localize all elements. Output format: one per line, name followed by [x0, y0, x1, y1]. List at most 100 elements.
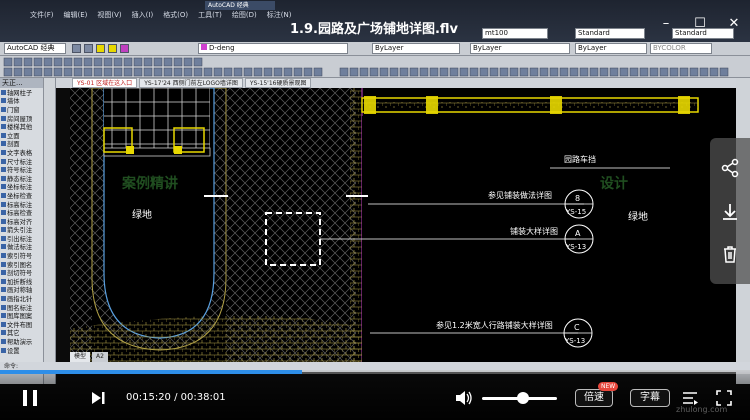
panel-item[interactable]: 符号标注: [0, 165, 43, 174]
panel-item[interactable]: 箭头引注: [0, 226, 43, 234]
tab-model[interactable]: 模型: [70, 352, 91, 362]
panel-item[interactable]: 文件布图: [0, 320, 43, 329]
panel-item-icon: [1, 210, 6, 216]
menu-item[interactable]: 文件(F): [30, 10, 54, 22]
linetype-combo[interactable]: ByLayer: [470, 43, 570, 54]
menu-item[interactable]: 视图(V): [97, 10, 121, 22]
panel-item-list: 轴网柱子 墙体 门窗 房间屋顶 楼梯其他 立面 剖面 文字表格 尺寸标注 符号标注 静态标注 坐标标注…: [0, 88, 43, 355]
panel-item[interactable]: 轴网柱子: [0, 88, 43, 97]
panel-item[interactable]: 标高标注: [0, 200, 43, 209]
speed-button[interactable]: 倍速: [575, 389, 613, 407]
panel-item[interactable]: 楼梯其他: [0, 122, 43, 131]
panel-item[interactable]: 加折断线: [0, 277, 43, 286]
panel-item[interactable]: 设置: [0, 346, 43, 355]
tab-drawing-3[interactable]: YS-15'16硬质景观图: [244, 78, 312, 88]
panel-item[interactable]: 墙体: [0, 97, 43, 105]
panel-item[interactable]: 做法标注: [0, 243, 43, 251]
panel-item-icon: [1, 227, 6, 233]
panel-item[interactable]: 坐标检查: [0, 191, 43, 200]
layer-color-icon: [120, 44, 129, 53]
left-tool-strip[interactable]: [44, 78, 56, 384]
side-action-panel: [710, 138, 750, 284]
lineweight-combo[interactable]: ByLayer: [575, 43, 647, 54]
panel-item-icon: [1, 244, 6, 250]
gear-icon[interactable]: [72, 44, 81, 53]
panel-item[interactable]: 剖面: [0, 140, 43, 148]
delete-icon[interactable]: [720, 244, 740, 264]
panel-item[interactable]: 门窗: [0, 105, 43, 114]
watermark: zhulong.com: [676, 405, 728, 414]
menu-item[interactable]: 工具(T): [198, 10, 222, 22]
panel-item[interactable]: 标高检查: [0, 208, 43, 217]
progress-bar[interactable]: [0, 370, 750, 374]
menu-item[interactable]: 绘图(D): [232, 10, 257, 22]
panel-item[interactable]: 尺寸标注: [0, 157, 43, 166]
color-combo[interactable]: ByLayer: [372, 43, 460, 54]
panel-item[interactable]: 文字表格: [0, 148, 43, 157]
video-player-stage: 文件(F) 编辑(E) 视图(V) 插入(I) 格式(O) 工具(T) 绘图(D…: [0, 0, 750, 420]
pause-button[interactable]: [20, 388, 40, 408]
panel-item[interactable]: 索引符号: [0, 251, 43, 260]
workspace-combo[interactable]: AutoCAD 经典: [4, 43, 66, 54]
panel-item-icon: [1, 175, 6, 181]
tab-drawing-2[interactable]: YS-17'24 西侧门前左LOGO墙详图: [139, 78, 243, 88]
panel-item[interactable]: 标高对齐: [0, 217, 43, 226]
panel-item-icon: [1, 132, 6, 138]
callout-3-sheet: YS-13: [564, 337, 585, 345]
panel-item-icon: [1, 141, 6, 147]
panel-item[interactable]: 画对称轴: [0, 286, 43, 294]
panel-item[interactable]: 其它: [0, 329, 43, 337]
panel-item-icon: [1, 287, 6, 293]
next-button[interactable]: [90, 390, 106, 406]
panel-item[interactable]: 画指北针: [0, 294, 43, 303]
tab-drawing-1[interactable]: YS-01 区域在这入口: [72, 78, 138, 88]
callout-2-number: A: [575, 229, 581, 238]
tool-icon-strip[interactable]: [0, 56, 750, 78]
table-style-combo[interactable]: Standard: [575, 28, 645, 39]
menu-item[interactable]: 插入(I): [132, 10, 154, 22]
menu-item[interactable]: 格式(O): [163, 10, 188, 22]
brick-edge-strip: [350, 88, 362, 362]
multileader-style-combo[interactable]: Standard: [672, 28, 734, 39]
layer-manager-icon[interactable]: [84, 44, 93, 53]
dim-style-combo[interactable]: mt100: [482, 28, 548, 39]
panel-item-icon: [1, 321, 6, 327]
panel-item[interactable]: 索引图名: [0, 260, 43, 269]
panel-item[interactable]: 房间屋顶: [0, 114, 43, 123]
panel-item-icon: [1, 218, 6, 224]
panel-item[interactable]: 静态标注: [0, 174, 43, 183]
tab-layout-a2[interactable]: A2: [92, 352, 108, 362]
share-icon[interactable]: [720, 158, 740, 178]
volume-handle[interactable]: [517, 392, 530, 404]
sun-icon[interactable]: [108, 44, 117, 53]
layer-combo[interactable]: D-deng: [198, 43, 348, 54]
panel-item-icon: [1, 115, 6, 121]
panel-item-icon: [1, 347, 6, 353]
panel-item[interactable]: 剖切符号: [0, 268, 43, 277]
menu-item[interactable]: 编辑(E): [64, 10, 88, 22]
panel-item-icon: [1, 270, 6, 276]
panel-item-icon: [1, 192, 6, 198]
callout-2-sheet: YS-13: [565, 243, 586, 251]
subtitle-button[interactable]: 字幕: [630, 389, 670, 407]
cad-drawing-canvas[interactable]: 绿地 绿地 园路车挡 参见铺装做法详图 铺装大样详图 参见1.2米宽人行路铺装大…: [70, 88, 736, 362]
cad-app-tab[interactable]: AutoCAD 经典: [205, 1, 275, 10]
lightbulb-icon[interactable]: [96, 44, 105, 53]
menu-item[interactable]: 标注(N): [267, 10, 292, 22]
panel-item-icon: [1, 313, 6, 319]
panel-item[interactable]: 图名标注: [0, 303, 43, 312]
panel-item[interactable]: 引出标注: [0, 234, 43, 243]
volume-icon[interactable]: [455, 390, 473, 406]
download-icon[interactable]: [720, 202, 740, 222]
panel-item[interactable]: 图库图案: [0, 311, 43, 320]
panel-item[interactable]: 帮助演示: [0, 337, 43, 346]
fullscreen-icon[interactable]: [716, 390, 732, 406]
panel-item[interactable]: 坐标标注: [0, 183, 43, 191]
top-wall-hatch: [362, 102, 698, 108]
top-grid-paving: [104, 88, 210, 148]
column-base-left: [126, 146, 134, 154]
panel-item[interactable]: 立面: [0, 131, 43, 140]
plotstyle-combo[interactable]: BYCOLOR: [650, 43, 712, 54]
playlist-icon[interactable]: [682, 390, 698, 406]
panel-item-icon: [1, 167, 6, 173]
